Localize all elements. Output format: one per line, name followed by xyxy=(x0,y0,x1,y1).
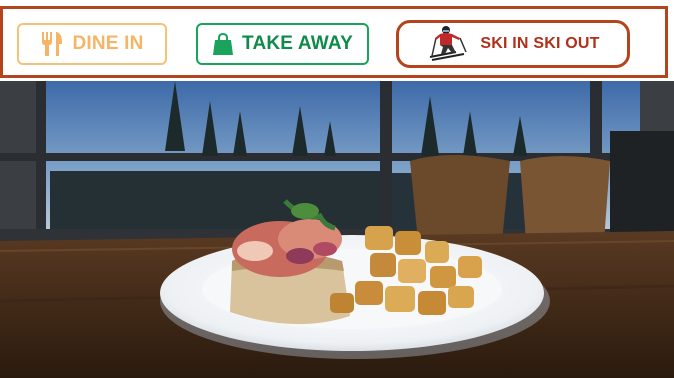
food-service-card: DINE IN TAKE AWAY SKI IN SKI OUT xyxy=(0,0,674,378)
skier-icon xyxy=(426,24,470,64)
fork-knife-icon xyxy=(40,30,64,58)
take-away-label: TAKE AWAY xyxy=(242,33,353,54)
dine-in-badge: DINE IN xyxy=(17,23,167,65)
shopping-bag-icon xyxy=(212,32,234,56)
food-photo-illustration xyxy=(0,81,674,378)
food-photo xyxy=(0,81,674,378)
ski-in-ski-out-label: SKI IN SKI OUT xyxy=(480,35,600,52)
service-options-banner: DINE IN TAKE AWAY SKI IN SKI OUT xyxy=(0,6,668,78)
dine-in-label: DINE IN xyxy=(72,33,144,54)
ski-in-ski-out-badge: SKI IN SKI OUT xyxy=(396,20,630,68)
take-away-badge: TAKE AWAY xyxy=(196,23,369,65)
